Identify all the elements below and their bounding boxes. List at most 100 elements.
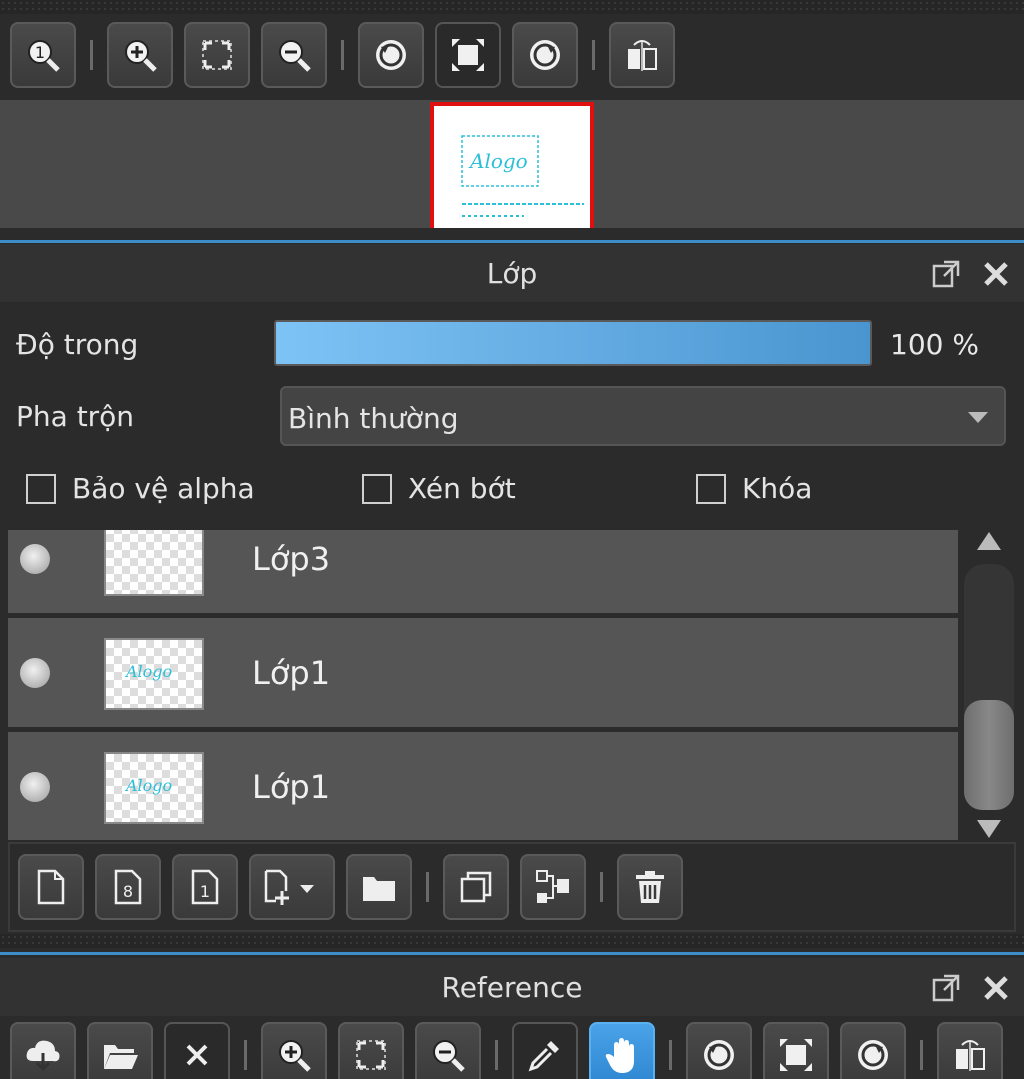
panel-grip-top[interactable] [0, 0, 1024, 14]
reference-panel-title: Reference [441, 970, 583, 1004]
hand-tool-button[interactable] [589, 1022, 655, 1079]
rotate-left-icon [704, 1040, 734, 1070]
reference-rotate-right-button[interactable] [840, 1022, 906, 1079]
svg-text:1: 1 [200, 882, 210, 901]
checkbox-box[interactable] [696, 473, 726, 504]
panel-divider [0, 240, 1024, 243]
new-8bit-layer-button[interactable]: 8 [95, 854, 161, 920]
layer-thumbnail-art: Alogo [126, 662, 173, 681]
lock-checkbox[interactable]: Khóa [696, 472, 812, 505]
fit-screen-icon [356, 1040, 386, 1070]
zoom-actual-icon: 1 [28, 40, 60, 72]
close-icon [186, 1044, 208, 1066]
navigator-canvas-preview[interactable]: Alogo [430, 102, 594, 228]
flip-horizontal-button[interactable] [609, 22, 675, 88]
panel-divider [0, 952, 1024, 955]
separator [920, 1040, 923, 1070]
visibility-icon[interactable] [20, 544, 50, 574]
reset-view-button[interactable] [435, 22, 501, 88]
zoom-actual-button[interactable]: 1 [10, 22, 76, 88]
trash-icon [636, 871, 664, 903]
close-reference-button[interactable] [164, 1022, 230, 1079]
reference-rotate-left-button[interactable] [686, 1022, 752, 1079]
separator [600, 872, 603, 902]
1bit-layer-icon: 1 [191, 869, 219, 905]
reference-flip-button[interactable] [937, 1022, 1003, 1079]
reference-zoom-in-button[interactable] [261, 1022, 327, 1079]
layer-list-scrollbar[interactable] [962, 530, 1016, 842]
blend-mode-value: Bình thường [288, 402, 459, 435]
merge-layer-button[interactable] [520, 854, 586, 920]
duplicate-icon [460, 871, 492, 903]
zoom-in-icon [279, 1040, 311, 1072]
checkbox-box[interactable] [362, 473, 392, 504]
separator [426, 872, 429, 902]
layer-thumbnail [104, 530, 204, 596]
rotate-right-icon [858, 1040, 888, 1070]
lock-label: Khóa [742, 472, 813, 505]
scroll-up-icon[interactable] [977, 532, 1001, 550]
scroll-down-icon[interactable] [977, 820, 1001, 838]
reference-fit-screen-button[interactable] [338, 1022, 404, 1079]
hand-icon [605, 1038, 634, 1073]
canvas-art-preview: Alogo [461, 135, 584, 217]
merge-down-icon [536, 870, 569, 903]
cloud-download-icon [26, 1040, 60, 1072]
chevron-down-icon [968, 412, 988, 423]
blend-mode-label: Pha trộn [16, 400, 135, 433]
delete-layer-button[interactable] [617, 854, 683, 920]
reference-reset-view-button[interactable] [763, 1022, 829, 1079]
layer-name: Lớp1 [252, 654, 331, 692]
visibility-icon[interactable] [20, 772, 50, 802]
opacity-slider[interactable] [274, 320, 872, 366]
layer-panel: Độ trong 100 % Pha trộn Bình thường Bảo … [0, 302, 1024, 934]
zoom-in-icon [125, 40, 157, 72]
layer-toolbar: 8 1 [8, 842, 1016, 932]
layer-row[interactable]: Alogo Lớp1 [8, 732, 958, 840]
opacity-value: 100 % [890, 328, 979, 361]
folder-icon [363, 877, 395, 901]
navigator-view[interactable]: Alogo [0, 100, 1024, 228]
new-folder-button[interactable] [346, 854, 412, 920]
layer-row[interactable]: Alogo Lớp1 [8, 618, 958, 730]
navigator-toolbar: 1 [10, 22, 1024, 88]
svg-text:8: 8 [123, 882, 133, 901]
import-reference-button[interactable] [10, 1022, 76, 1079]
clipping-checkbox[interactable]: Xén bớt [362, 472, 516, 505]
scroll-thumb[interactable] [964, 700, 1014, 810]
new-layer-button[interactable] [18, 854, 84, 920]
rotate-left-button[interactable] [358, 22, 424, 88]
blend-mode-select[interactable]: Bình thường [280, 386, 1006, 446]
visibility-icon[interactable] [20, 658, 50, 688]
open-reference-button[interactable] [87, 1022, 153, 1079]
open-folder-icon [104, 1045, 138, 1069]
fit-screen-button[interactable] [184, 22, 250, 88]
separator [495, 1040, 498, 1070]
separator [341, 40, 344, 70]
panel-grip-middle[interactable] [0, 934, 1024, 948]
layer-list[interactable]: Lớp3 Alogo Lớp1 Alogo Lớp1 [8, 530, 958, 840]
zoom-in-button[interactable] [107, 22, 173, 88]
8bit-layer-icon: 8 [114, 869, 142, 905]
popout-icon[interactable] [930, 972, 962, 1004]
popout-icon[interactable] [930, 258, 962, 290]
reset-view-icon [780, 1039, 812, 1071]
layer-row[interactable]: Lớp3 [8, 530, 958, 616]
separator [669, 1040, 672, 1070]
rotate-right-button[interactable] [512, 22, 578, 88]
layer-name: Lớp1 [252, 768, 331, 806]
rotate-left-icon [376, 40, 406, 70]
reference-zoom-out-button[interactable] [415, 1022, 481, 1079]
layer-thumbnail: Alogo [104, 638, 204, 710]
separator [244, 1040, 247, 1070]
add-layer-dropdown-button[interactable] [249, 854, 335, 920]
checkbox-box[interactable] [26, 473, 56, 504]
eyedropper-button[interactable] [512, 1022, 578, 1079]
new-1bit-layer-button[interactable]: 1 [172, 854, 238, 920]
duplicate-layer-button[interactable] [443, 854, 509, 920]
flip-horizontal-icon [628, 40, 657, 71]
alpha-protect-checkbox[interactable]: Bảo vệ alpha [26, 472, 255, 505]
close-icon[interactable] [980, 258, 1012, 290]
close-icon[interactable] [980, 972, 1012, 1004]
zoom-out-button[interactable] [261, 22, 327, 88]
